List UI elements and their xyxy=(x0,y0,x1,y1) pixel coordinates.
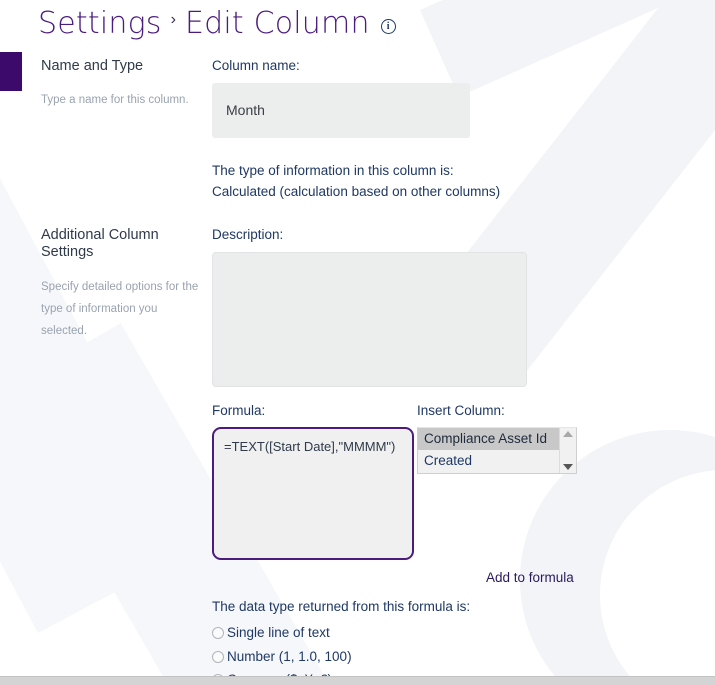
edit-column-page: Settings › Edit Column i Name and Type T… xyxy=(0,0,715,685)
radio-button-icon[interactable] xyxy=(212,650,224,663)
section-title: Name and Type xyxy=(41,58,144,74)
data-type-prompt: The data type returned from this formula… xyxy=(212,599,471,615)
formula-label: Formula: xyxy=(212,402,266,418)
triangle-down-icon[interactable] xyxy=(563,464,573,471)
description-textarea[interactable] xyxy=(212,251,527,387)
radio-option-number[interactable]: Number (1, 1.0, 100) xyxy=(212,649,715,665)
section-additional-settings: Additional Column Settings Specify detai… xyxy=(0,227,715,685)
section-title: Additional Column Settings xyxy=(41,226,159,261)
type-info-line-1: The type of information in this column i… xyxy=(212,162,454,178)
type-info-line-2: Calculated (calculation based on other c… xyxy=(212,183,501,199)
triangle-up-icon[interactable] xyxy=(563,431,573,438)
column-name-label: Column name: xyxy=(212,58,300,73)
column-name-input[interactable] xyxy=(212,82,470,138)
description-label: Description: xyxy=(212,226,284,242)
radio-option-single-line-of-text[interactable]: Single line of text xyxy=(212,625,715,641)
radio-button-icon[interactable] xyxy=(212,627,224,640)
insert-column-block: Insert Column: Compliance Asset Id Creat… xyxy=(417,403,577,475)
horizontal-scrollbar[interactable] xyxy=(0,676,715,685)
breadcrumb-edit-column: Edit Column xyxy=(184,6,370,41)
section-description: Type a name for this column. xyxy=(41,94,189,107)
section-additional-settings-fields: Description: Formula: Insert Column: Com… xyxy=(212,227,715,685)
section-name-and-type-fields: Column name: The type of information in … xyxy=(212,58,715,203)
form-content: Name and Type Type a name for this colum… xyxy=(0,58,715,685)
radio-label: Single line of text xyxy=(227,625,330,641)
radio-label: Number (1, 1.0, 100) xyxy=(227,648,352,664)
section-additional-settings-info: Additional Column Settings Specify detai… xyxy=(0,227,212,685)
page-title-bar: Settings › Edit Column i xyxy=(0,0,715,48)
info-icon[interactable]: i xyxy=(380,18,396,34)
add-to-formula-link[interactable]: Add to formula xyxy=(486,570,574,585)
section-name-and-type-info: Name and Type Type a name for this colum… xyxy=(0,58,212,203)
section-description: Specify detailed options for the type of… xyxy=(41,280,199,338)
section-name-and-type: Name and Type Type a name for this colum… xyxy=(0,58,715,203)
formula-row: Formula: Insert Column: Compliance Asset… xyxy=(212,403,715,561)
formula-block: Formula: xyxy=(212,403,417,561)
insert-column-listbox[interactable]: Compliance Asset Id Created xyxy=(417,427,577,475)
breadcrumb-settings[interactable]: Settings xyxy=(38,9,162,39)
listbox-scrollbar[interactable] xyxy=(559,428,576,474)
list-item[interactable]: Created xyxy=(418,450,559,472)
insert-column-options[interactable]: Compliance Asset Id Created xyxy=(418,428,559,473)
breadcrumb-separator-icon: › xyxy=(170,11,176,28)
insert-column-label: Insert Column: xyxy=(417,402,505,418)
formula-textarea[interactable] xyxy=(212,427,414,561)
list-item[interactable]: Compliance Asset Id xyxy=(418,428,559,451)
